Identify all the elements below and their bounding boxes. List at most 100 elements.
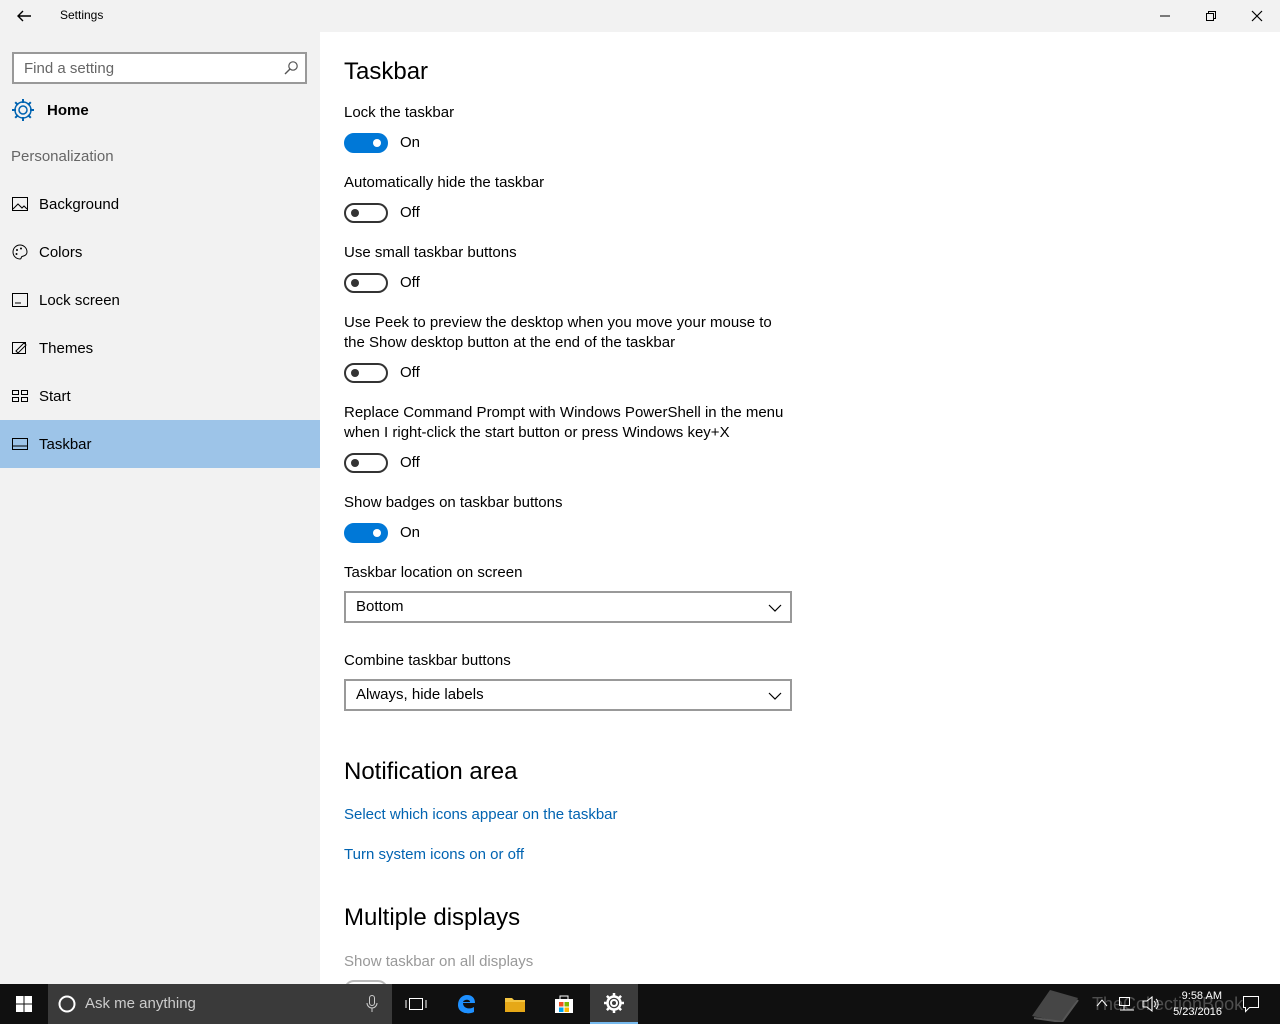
select-icons-link[interactable]: Select which icons appear on the taskbar bbox=[344, 806, 618, 823]
setting-label: Show taskbar on all displays bbox=[344, 953, 534, 970]
toggle-knob bbox=[373, 529, 381, 537]
folder-icon bbox=[505, 998, 525, 1012]
search-input[interactable] bbox=[14, 54, 264, 82]
microphone-icon[interactable] bbox=[366, 995, 378, 1013]
location-dropdown[interactable]: Bottom bbox=[344, 591, 792, 623]
sidebar-item-start[interactable]: Start bbox=[0, 372, 320, 420]
search-box[interactable] bbox=[12, 52, 307, 84]
sidebar-item-lock-screen[interactable]: Lock screen bbox=[0, 276, 320, 324]
toggle-state: On bbox=[400, 134, 421, 151]
auto-hide-toggle[interactable] bbox=[344, 203, 388, 223]
store-icon bbox=[555, 995, 573, 1013]
clock-time: 9:58 AM bbox=[1181, 990, 1222, 1002]
palette-icon bbox=[11, 244, 29, 260]
sidebar-item-label: Background bbox=[39, 195, 120, 213]
toggle-state: Off bbox=[400, 454, 420, 471]
notification-area-heading: Notification area bbox=[344, 758, 518, 785]
window-title: Settings bbox=[60, 8, 104, 22]
lock-screen-icon bbox=[11, 292, 29, 308]
small-buttons-toggle[interactable] bbox=[344, 273, 388, 293]
clock-date: 5/23/2016 bbox=[1173, 1006, 1222, 1018]
system-clock[interactable]: 9:58 AM 5/23/2016 bbox=[1173, 988, 1222, 1020]
restore-icon bbox=[1206, 11, 1216, 21]
minimize-icon bbox=[1160, 15, 1170, 17]
toggle-knob bbox=[373, 139, 381, 147]
back-button[interactable] bbox=[8, 0, 40, 32]
multiple-displays-heading: Multiple displays bbox=[344, 904, 521, 931]
chevron-up-icon[interactable] bbox=[1096, 998, 1108, 1008]
store-button[interactable] bbox=[540, 984, 588, 1024]
dropdown-value: Always, hide labels bbox=[356, 686, 484, 703]
toggle-knob bbox=[351, 209, 359, 217]
cortana-icon bbox=[58, 995, 76, 1013]
sidebar-item-label: Start bbox=[39, 387, 71, 405]
back-arrow-icon bbox=[17, 10, 31, 22]
close-button[interactable] bbox=[1234, 0, 1280, 32]
restore-button[interactable] bbox=[1188, 0, 1234, 32]
network-icon[interactable] bbox=[1118, 996, 1136, 1012]
toggle-state: Off bbox=[400, 274, 420, 291]
toggle-knob bbox=[351, 459, 359, 467]
cortana-search[interactable]: Ask me anything bbox=[48, 984, 392, 1024]
file-explorer-button[interactable] bbox=[491, 984, 539, 1024]
sidebar-item-taskbar[interactable]: Taskbar bbox=[0, 420, 320, 468]
taskbar-icon bbox=[11, 436, 29, 452]
start-button[interactable] bbox=[0, 984, 48, 1024]
search-placeholder: Ask me anything bbox=[85, 995, 196, 1012]
sidebar-item-themes[interactable]: Themes bbox=[0, 324, 320, 372]
sidebar-item-label: Colors bbox=[39, 243, 83, 261]
page-title: Taskbar bbox=[344, 58, 429, 85]
toggle-state: Off bbox=[400, 364, 420, 381]
toggle-state: Off bbox=[400, 204, 420, 221]
picture-icon bbox=[11, 196, 29, 212]
setting-label: Lock the taskbar bbox=[344, 104, 455, 121]
chevron-down-icon bbox=[768, 604, 782, 612]
toggle-state: On bbox=[400, 524, 421, 541]
action-center-icon[interactable] bbox=[1242, 995, 1260, 1013]
volume-icon[interactable] bbox=[1142, 996, 1160, 1012]
sidebar-item-label: Taskbar bbox=[39, 435, 92, 453]
chevron-down-icon bbox=[768, 692, 782, 700]
setting-label: Automatically hide the taskbar bbox=[344, 174, 545, 191]
setting-label: Use Peek to preview the desktop when you… bbox=[344, 314, 772, 351]
home-label: Home bbox=[47, 101, 89, 119]
home-link[interactable]: Home bbox=[10, 95, 89, 125]
search-icon[interactable] bbox=[283, 60, 299, 76]
windows-taskbar: Ask me anything TheCollectionBook 9:58 A… bbox=[0, 984, 1280, 1024]
setting-label: Show badges on taskbar buttons bbox=[344, 494, 563, 511]
edge-button[interactable] bbox=[442, 984, 490, 1024]
setting-label: Replace Command Prompt with Windows Powe… bbox=[344, 404, 784, 441]
minimize-button[interactable] bbox=[1142, 0, 1188, 32]
lock-taskbar-toggle[interactable] bbox=[344, 133, 388, 153]
task-view-button[interactable] bbox=[392, 984, 440, 1024]
gear-icon bbox=[12, 99, 34, 121]
sidebar: Home Personalization Background Colors L… bbox=[0, 32, 320, 984]
start-icon bbox=[11, 388, 29, 404]
close-icon bbox=[1251, 10, 1263, 22]
windows-logo-icon bbox=[16, 996, 32, 1012]
sidebar-item-label: Themes bbox=[39, 339, 94, 357]
edge-icon bbox=[458, 995, 475, 1014]
title-bar: Settings bbox=[0, 0, 1280, 32]
themes-icon bbox=[11, 340, 29, 356]
powershell-toggle[interactable] bbox=[344, 453, 388, 473]
section-label: Personalization bbox=[11, 148, 114, 165]
setting-label: Use small taskbar buttons bbox=[344, 244, 517, 261]
gear-icon bbox=[604, 993, 624, 1013]
combine-label: Combine taskbar buttons bbox=[344, 652, 511, 669]
peek-toggle[interactable] bbox=[344, 363, 388, 383]
sidebar-item-colors[interactable]: Colors bbox=[0, 228, 320, 276]
badges-toggle[interactable] bbox=[344, 523, 388, 543]
combine-dropdown[interactable]: Always, hide labels bbox=[344, 679, 792, 711]
toggle-knob bbox=[351, 369, 359, 377]
settings-taskbar-button[interactable] bbox=[590, 984, 638, 1024]
sidebar-item-background[interactable]: Background bbox=[0, 180, 320, 228]
main-content: Taskbar Lock the taskbar On Automaticall… bbox=[320, 32, 1280, 984]
system-icons-link[interactable]: Turn system icons on or off bbox=[344, 846, 524, 863]
sidebar-item-label: Lock screen bbox=[39, 291, 120, 309]
location-label: Taskbar location on screen bbox=[344, 564, 523, 581]
task-view-icon bbox=[405, 998, 427, 1010]
book-icon bbox=[1032, 990, 1079, 1022]
toggle-knob bbox=[351, 279, 359, 287]
dropdown-value: Bottom bbox=[356, 598, 404, 615]
